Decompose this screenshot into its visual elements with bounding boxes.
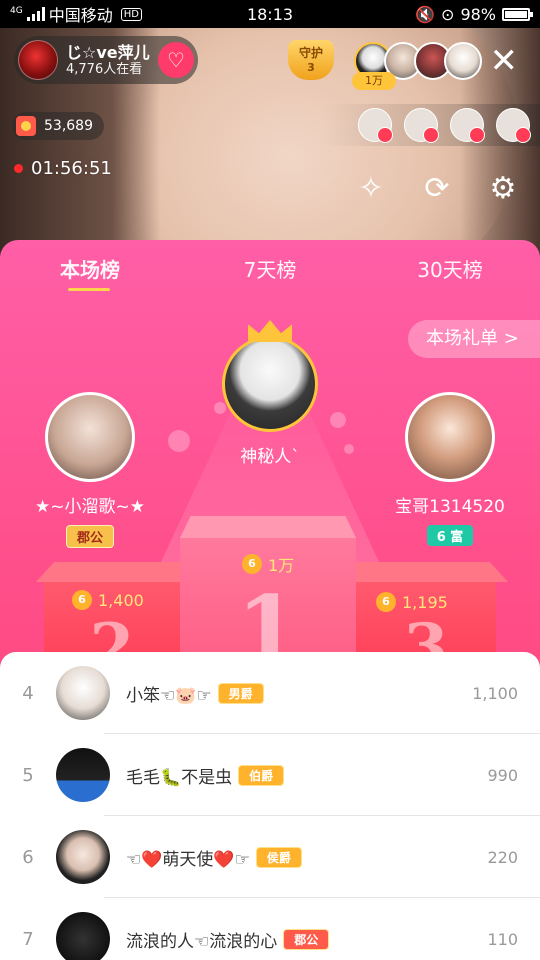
coin-icon: 6 [376,592,396,612]
title-badge: 郡公 [283,928,330,950]
rank-number: 4 [22,682,34,704]
third-place-score-value: 1,195 [402,592,448,612]
user-avatar[interactable] [56,748,110,802]
beauty-wand-icon[interactable]: ✧ [352,170,390,208]
settings-gear-icon[interactable]: ⚙ [484,170,522,208]
list-item[interactable]: 4 小笨☜🐷☞ 男爵 1,100 [0,652,540,734]
switch-camera-icon[interactable]: ⟳ [418,170,456,208]
coin-icon: 6 [242,554,262,574]
gift-sender-avatar[interactable] [450,108,485,143]
live-dot-icon [14,164,23,173]
gift-sender-avatar[interactable] [358,108,393,143]
user-score: 990 [487,765,518,785]
host-avatar[interactable] [18,40,58,80]
status-bar: 4G 中国移动 HD 18:13 🔇 ⊙ 98% [0,0,540,28]
third-place[interactable]: 宝哥1314520 6 富 [380,392,520,546]
guard-label: 守护 [298,46,323,61]
viewer-count: 4,776人在看 [66,61,143,77]
rank-number: 7 [22,928,34,950]
user-avatar[interactable] [56,830,110,884]
gift-sender-avatar[interactable] [496,108,531,143]
decor-bubble [168,430,190,452]
tab-7-days[interactable]: 7天榜 [180,254,360,294]
live-timer: 01:56:51 [14,158,112,179]
top-viewer-score: 1万 [352,72,396,90]
second-place-score: 6 1,400 [72,590,144,610]
active-tab-indicator [68,288,110,291]
guard-badge[interactable]: 守护 3 [288,40,334,84]
viewer-avatar[interactable] [444,42,482,80]
title-badge: 男爵 [217,682,264,704]
title-badge: 侯爵 [255,846,302,868]
second-place-title-badge: 郡公 [65,525,114,548]
rank-number: 6 [22,846,34,868]
host-name: じ☆ve萍儿 [66,42,150,62]
first-place-score: 6 1万 [242,552,294,576]
crown-icon [248,320,292,342]
decor-bubble [344,444,354,454]
list-item[interactable]: 5 毛毛🐛不是虫 伯爵 990 [0,734,540,816]
rank-number: 5 [22,764,34,786]
third-place-wealth-badge: 6 富 [426,525,474,546]
user-name: 小笨☜🐷☞ [126,685,212,706]
third-place-name: 宝哥1314520 [395,497,505,517]
user-score: 1,100 [472,683,518,703]
second-place-score-value: 1,400 [98,590,144,610]
third-place-avatar[interactable] [405,392,495,482]
gift-senders-row [322,104,540,146]
third-place-score: 6 1,195 [376,592,448,612]
second-place-avatar[interactable] [45,392,135,482]
network-type: 4G [10,6,23,16]
stream-tools: ✧ ⟳ ⚙ [352,170,522,208]
tab-30-days[interactable]: 30天榜 [360,254,540,294]
carrier-name: 中国移动 [48,6,113,25]
battery-percent: 98% [460,4,496,24]
ranking-list: 4 小笨☜🐷☞ 男爵 1,100 5 毛毛🐛不是虫 伯爵 990 6 ☜❤️萌天… [0,652,540,960]
battery-icon [502,7,533,21]
user-name: ☜❤️萌天使❤️☞ [126,849,250,870]
heart-plus-icon: ♡ [167,48,185,72]
coin-icon: 6 [72,590,92,610]
first-place-avatar[interactable] [222,336,318,432]
user-score: 220 [487,847,518,867]
guard-count: 3 [307,60,315,74]
coins-pill[interactable]: 53,689 [12,112,104,140]
user-score: 110 [487,929,518,949]
host-info-pill[interactable]: じ☆ve萍儿 4,776人在看 ♡ [14,36,198,84]
live-duration: 01:56:51 [31,158,112,179]
gift-list-button[interactable]: 本场礼单 > [408,320,540,358]
title-badge: 伯爵 [238,764,285,786]
user-name: 毛毛🐛不是虫 [126,767,233,788]
second-place[interactable]: ★~小溜歌~★ 郡公 [20,392,160,548]
user-name: 流浪的人☜流浪的心 [126,931,278,952]
mute-icon: 🔇 [415,4,436,24]
close-icon[interactable]: ✕ [490,44,519,78]
coins-value: 53,689 [44,118,93,134]
lock-rotation-icon: ⊙ [441,4,455,24]
first-place[interactable]: 神秘人` [200,320,340,467]
user-avatar[interactable] [56,666,110,720]
hd-voice-icon: HD [120,7,142,21]
first-place-name: 神秘人` [240,447,300,467]
follow-button[interactable]: ♡ [158,42,194,78]
user-avatar[interactable] [56,912,110,960]
first-place-score-value: 1万 [268,556,295,575]
signal-icon [26,7,45,21]
second-place-name: ★~小溜歌~★ [35,497,145,517]
list-item[interactable]: 7 流浪的人☜流浪的心 郡公 110 [0,898,540,960]
list-item[interactable]: 6 ☜❤️萌天使❤️☞ 侯爵 220 [0,816,540,898]
coin-icon [16,116,36,136]
gift-sender-avatar[interactable] [404,108,439,143]
